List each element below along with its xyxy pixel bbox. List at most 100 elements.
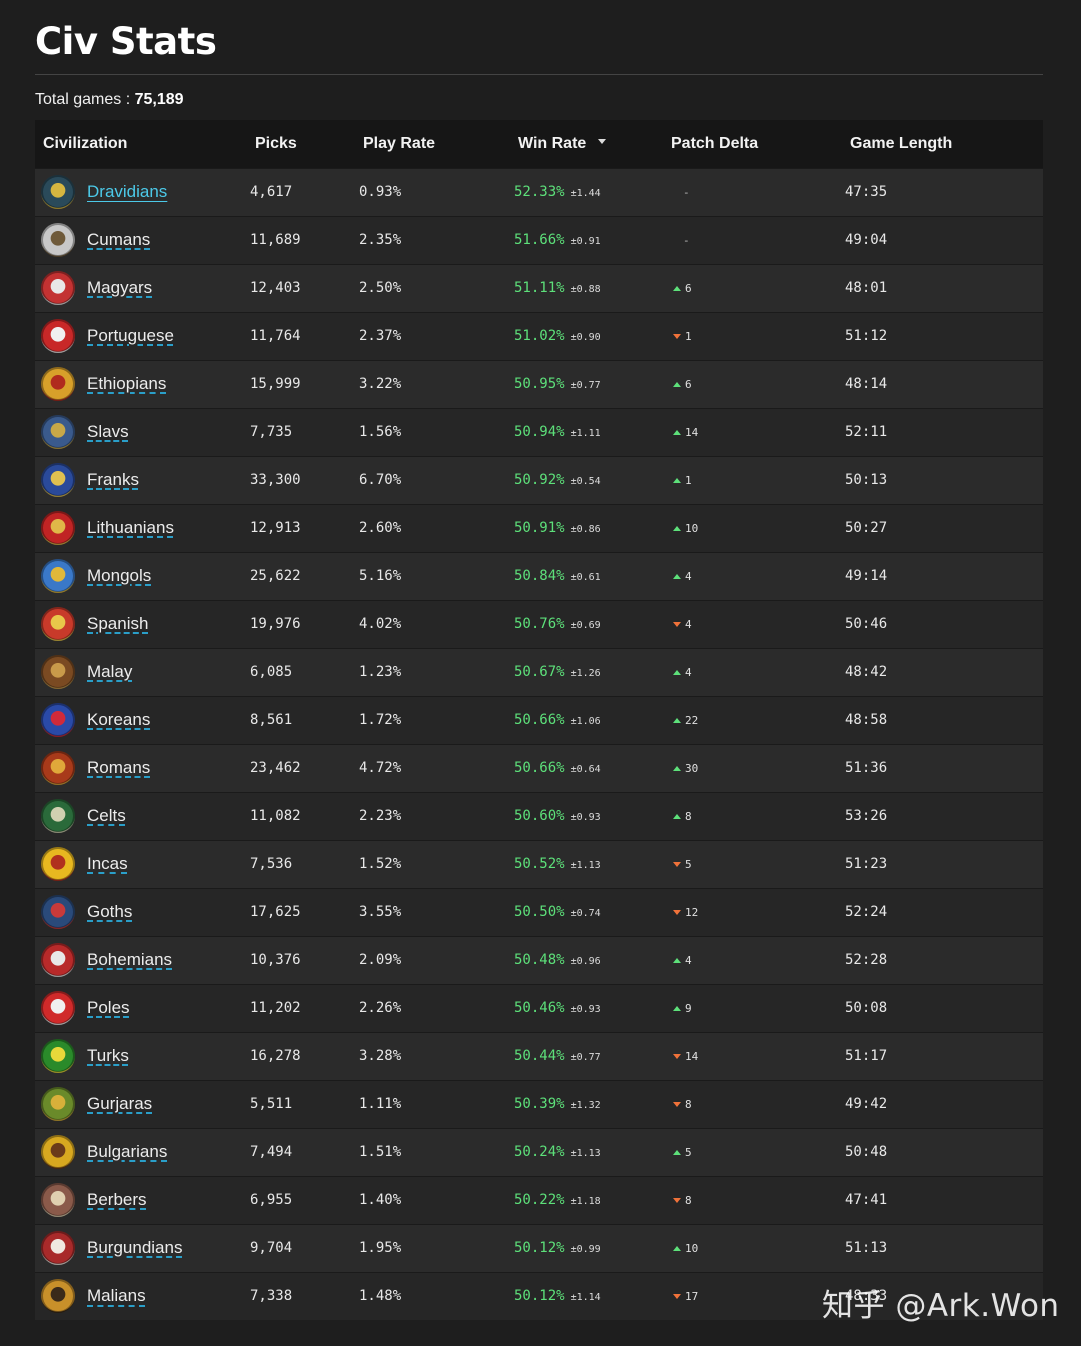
- delta-down-icon: [673, 1053, 681, 1059]
- win-rate-cell: 50.46% ±0.93: [510, 984, 663, 1032]
- civ-cell: Burgundians: [35, 1224, 247, 1272]
- civ-cell: Bohemians: [35, 936, 247, 984]
- civ-link[interactable]: Berbers: [87, 1190, 147, 1210]
- table-row-dravidians: Dravidians 4,617 0.93% 52.33% ±1.44 - 47:…: [35, 168, 1043, 216]
- win-rate-value: 50.22%: [514, 1192, 565, 1208]
- delta-up-icon: [673, 669, 681, 675]
- play-rate-cell: 1.72%: [359, 712, 402, 728]
- header-patch-delta[interactable]: Patch Delta: [663, 120, 842, 168]
- play-rate-cell: 3.55%: [359, 904, 402, 920]
- patch-delta-value: 22: [673, 714, 698, 727]
- patch-delta-cell: 14: [663, 1032, 842, 1080]
- header-civilization[interactable]: Civilization: [35, 120, 247, 168]
- civ-cell: Koreans: [35, 696, 247, 744]
- play-rate-cell: 1.23%: [359, 664, 402, 680]
- header-win-rate[interactable]: Win Rate: [510, 120, 663, 168]
- patch-delta-cell: 8: [663, 1176, 842, 1224]
- poles-emblem-icon: [41, 991, 75, 1025]
- patch-delta-cell: 8: [663, 1080, 842, 1128]
- win-rate-value: 50.66%: [514, 760, 565, 776]
- game-length-cell: 53:26: [845, 808, 888, 824]
- win-rate-ci: ±0.88: [570, 284, 601, 295]
- civ-link[interactable]: Dravidians: [87, 182, 167, 202]
- portuguese-emblem-icon: [41, 319, 75, 353]
- patch-delta-cell: 17: [663, 1272, 842, 1320]
- civ-cell: Poles: [35, 984, 247, 1032]
- civ-link[interactable]: Cumans: [87, 230, 150, 250]
- civ-link[interactable]: Spanish: [87, 614, 148, 634]
- table-row-koreans: Koreans 8,561 1.72% 50.66% ±1.06 22 48:58: [35, 696, 1043, 744]
- civ-cell: Franks: [35, 456, 247, 504]
- civ-link[interactable]: Malians: [87, 1286, 146, 1306]
- win-rate-ci: ±0.77: [570, 380, 601, 391]
- civ-link[interactable]: Celts: [87, 806, 126, 826]
- table-row-incas: Incas 7,536 1.52% 50.52% ±1.13 5 51:23: [35, 840, 1043, 888]
- play-rate-cell: 2.60%: [359, 520, 402, 536]
- civ-link[interactable]: Gurjaras: [87, 1094, 152, 1114]
- bohemians-emblem-icon: [41, 943, 75, 977]
- table-row-ethiopians: Ethiopians 15,999 3.22% 50.95% ±0.77 6 48…: [35, 360, 1043, 408]
- civ-cell: Mongols: [35, 552, 247, 600]
- win-rate-value: 51.02%: [514, 328, 565, 344]
- total-games: Total games : 75,189: [35, 90, 1043, 110]
- game-length-cell: 52:28: [845, 952, 888, 968]
- picks-cell: 19,976: [250, 616, 301, 632]
- civ-link[interactable]: Franks: [87, 470, 139, 490]
- civ-link[interactable]: Magyars: [87, 278, 152, 298]
- civ-link[interactable]: Ethiopians: [87, 374, 166, 394]
- civ-link[interactable]: Bohemians: [87, 950, 172, 970]
- civ-link[interactable]: Burgundians: [87, 1238, 182, 1258]
- picks-cell: 6,955: [250, 1192, 293, 1208]
- total-games-label: Total games :: [35, 91, 135, 108]
- lithuanians-emblem-icon: [41, 511, 75, 545]
- civ-link[interactable]: Incas: [87, 854, 128, 874]
- win-rate-value: 50.60%: [514, 808, 565, 824]
- win-rate-value: 50.52%: [514, 856, 565, 872]
- win-rate-ci: ±1.13: [570, 860, 601, 871]
- civ-link[interactable]: Lithuanians: [87, 518, 174, 538]
- civ-cell: Turks: [35, 1032, 247, 1080]
- game-length-cell: 49:04: [845, 232, 888, 248]
- civ-link[interactable]: Turks: [87, 1046, 129, 1066]
- picks-cell: 7,494: [250, 1144, 293, 1160]
- win-rate-ci: ±1.14: [570, 1292, 601, 1304]
- picks-cell: 17,625: [250, 904, 301, 920]
- civ-link[interactable]: Goths: [87, 902, 132, 922]
- play-rate-cell: 4.02%: [359, 616, 402, 632]
- win-rate-ci: ±0.90: [570, 332, 601, 343]
- patch-delta-value: 1: [673, 474, 692, 487]
- table-row-portuguese: Portuguese 11,764 2.37% 51.02% ±0.90 1 51…: [35, 312, 1043, 360]
- goths-emblem-icon: [41, 895, 75, 929]
- header-game-length[interactable]: Game Length: [842, 120, 1043, 168]
- civ-link[interactable]: Koreans: [87, 710, 150, 730]
- picks-cell: 25,622: [250, 568, 301, 584]
- civ-link[interactable]: Poles: [87, 998, 130, 1018]
- patch-delta-cell: 1: [663, 456, 842, 504]
- delta-up-icon: [673, 285, 681, 291]
- patch-delta-cell: 5: [663, 1128, 842, 1176]
- header-picks[interactable]: Picks: [247, 120, 355, 168]
- civ-link[interactable]: Slavs: [87, 422, 129, 442]
- header-play-rate[interactable]: Play Rate: [355, 120, 510, 168]
- civ-link[interactable]: Romans: [87, 758, 150, 778]
- civ-link[interactable]: Bulgarians: [87, 1142, 167, 1162]
- civ-cell: Portuguese: [35, 312, 247, 360]
- civ-link[interactable]: Portuguese: [87, 326, 174, 346]
- civ-cell: Goths: [35, 888, 247, 936]
- mongols-emblem-icon: [41, 559, 75, 593]
- game-length-cell: 50:08: [845, 1000, 888, 1016]
- delta-up-icon: [673, 1005, 681, 1011]
- civ-link[interactable]: Mongols: [87, 566, 151, 586]
- table-row-bulgarians: Bulgarians 7,494 1.51% 50.24% ±1.13 5 50:…: [35, 1128, 1043, 1176]
- win-rate-ci: ±1.18: [570, 1196, 601, 1207]
- turks-emblem-icon: [41, 1039, 75, 1073]
- patch-delta-value: 4: [673, 954, 692, 967]
- picks-cell: 4,617: [250, 184, 293, 200]
- civ-link[interactable]: Malay: [87, 662, 132, 682]
- franks-emblem-icon: [41, 463, 75, 497]
- win-rate-ci: ±0.74: [570, 908, 601, 919]
- civ-cell: Malians: [35, 1272, 247, 1320]
- delta-up-icon: [673, 525, 681, 531]
- romans-emblem-icon: [41, 751, 75, 785]
- delta-up-icon: [673, 765, 681, 771]
